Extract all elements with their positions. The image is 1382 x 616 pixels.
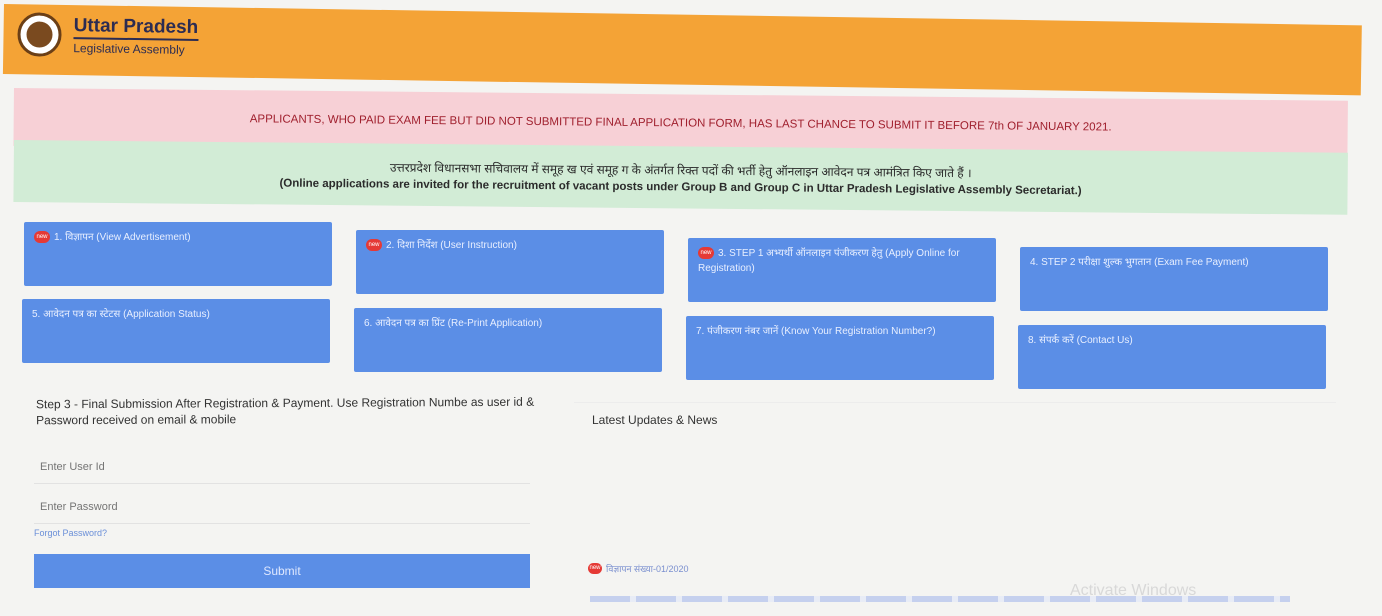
recruitment-notice: उत्तरप्रदेश विधानसभा सचिवालय में समूह ख … — [13, 140, 1348, 215]
notice-hindi: उत्तरप्रदेश विधानसभा सचिवालय में समूह ख … — [389, 160, 972, 181]
news-panel — [574, 402, 1336, 613]
tile-label: 1. विज्ञापन (View Advertisement) — [54, 232, 191, 243]
tile-label: 4. STEP 2 परीक्षा शुल्क भुगतान (Exam Fee… — [1030, 257, 1249, 268]
login-instruction: Step 3 - Final Submission After Registra… — [35, 394, 535, 427]
tile-label: 5. आवेदन पत्र का स्टेटस (Application Sta… — [32, 309, 210, 320]
new-badge-icon: new — [588, 563, 602, 574]
user-id-input[interactable] — [34, 450, 530, 484]
tile-application-status[interactable]: 5. आवेदन पत्र का स्टेटस (Application Sta… — [22, 299, 330, 363]
site-title: Uttar Pradesh — [73, 15, 199, 39]
tile-label: 3. STEP 1 अभ्यर्थी ऑनलाइन पंजीकरण हेतु (… — [698, 248, 960, 274]
news-title: Latest Updates & News — [592, 413, 718, 427]
submit-button[interactable]: Submit — [34, 554, 530, 588]
site-subtitle: Legislative Assembly — [73, 41, 185, 57]
tile-label: 2. दिशा निर्देश (User Instruction) — [386, 240, 517, 251]
tile-view-advertisement[interactable]: new 1. विज्ञापन (View Advertisement) — [24, 222, 332, 286]
tile-label: 8. संपर्क करें (Contact Us) — [1028, 335, 1133, 346]
tile-contact-us[interactable]: 8. संपर्क करें (Contact Us) — [1018, 325, 1326, 389]
forgot-password-link[interactable]: Forgot Password? — [34, 528, 107, 538]
news-item-label: विज्ञापन संख्या-01/2020 — [606, 564, 689, 574]
tile-apply-online[interactable]: new 3. STEP 1 अभ्यर्थी ऑनलाइन पंजीकरण हेत… — [688, 238, 996, 302]
site-header: Uttar Pradesh Legislative Assembly — [2, 4, 1362, 96]
tile-user-instruction[interactable]: new 2. दिशा निर्देश (User Instruction) — [356, 230, 664, 294]
tile-reprint-application[interactable]: 6. आवेदन पत्र का प्रिंट (Re-Print Applic… — [354, 308, 662, 372]
new-badge-icon: new — [34, 231, 50, 244]
tile-know-registration-number[interactable]: 7. पंजीकरण नंबर जानें (Know Your Registr… — [686, 316, 994, 380]
tile-label: 6. आवेदन पत्र का प्रिंट (Re-Print Applic… — [364, 318, 543, 329]
new-badge-icon: new — [366, 239, 382, 252]
up-emblem-logo — [17, 12, 62, 57]
tile-exam-fee-payment[interactable]: 4. STEP 2 परीक्षा शुल्क भुगतान (Exam Fee… — [1020, 247, 1328, 311]
password-input[interactable] — [34, 490, 530, 524]
windows-activation-watermark: Activate Windows — [1070, 582, 1197, 599]
new-badge-icon: new — [698, 247, 714, 260]
tile-label: 7. पंजीकरण नंबर जानें (Know Your Registr… — [696, 326, 936, 337]
news-item[interactable]: new विज्ञापन संख्या-01/2020 — [588, 562, 688, 575]
